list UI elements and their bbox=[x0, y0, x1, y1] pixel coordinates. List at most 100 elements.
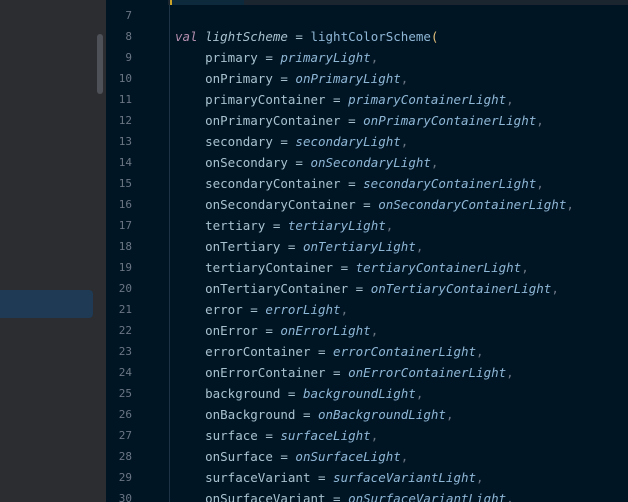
assign-operator: = bbox=[295, 407, 318, 422]
code-line[interactable]: 19 tertiaryContainer = tertiaryContainer… bbox=[106, 257, 628, 278]
comma: , bbox=[536, 176, 544, 191]
parameter-value: onErrorContainerLight bbox=[348, 365, 507, 380]
comma: , bbox=[506, 365, 514, 380]
parameter-name: onSurface bbox=[205, 449, 273, 464]
assign-operator: = bbox=[257, 50, 281, 65]
comma: , bbox=[385, 218, 394, 233]
parameter-value: onTertiaryLight bbox=[302, 239, 416, 254]
assign-operator: = bbox=[325, 491, 349, 502]
code-line[interactable]: 9 primary = primaryLight, bbox=[106, 47, 628, 68]
code-line[interactable]: 20 onTertiaryContainer = onTertiaryConta… bbox=[106, 278, 628, 299]
code-text: onSecondary = onSecondaryLight, bbox=[175, 152, 438, 173]
parameter-name: onError bbox=[205, 323, 258, 338]
code-text: error = errorLight, bbox=[175, 299, 348, 320]
code-line[interactable]: 14 onSecondary = onSecondaryLight, bbox=[106, 152, 628, 173]
parameter-value: onSurfaceVariantLight bbox=[348, 491, 507, 502]
parameter-name: primaryContainer bbox=[205, 92, 326, 107]
parameter-name: secondaryContainer bbox=[205, 176, 341, 191]
code-line[interactable]: 16 onSecondaryContainer = onSecondaryCon… bbox=[106, 194, 628, 215]
code-line[interactable]: 23 errorContainer = errorContainerLight, bbox=[106, 341, 628, 362]
open-paren: ( bbox=[430, 29, 439, 44]
assign-operator: = bbox=[340, 113, 364, 128]
code-line[interactable]: 26 onBackground = onBackgroundLight, bbox=[106, 404, 628, 425]
keyword: val bbox=[175, 29, 198, 44]
code-line[interactable]: 21 error = errorLight, bbox=[106, 299, 628, 320]
comma: , bbox=[370, 323, 379, 338]
project-sidebar bbox=[0, 0, 106, 502]
line-number: 18 bbox=[118, 240, 132, 253]
parameter-name: primary bbox=[205, 50, 258, 65]
code-line[interactable]: 17 tertiary = tertiaryLight, bbox=[106, 215, 628, 236]
parameter-value: onSurfaceLight bbox=[295, 449, 401, 464]
code-line[interactable]: 29 surfaceVariant = surfaceVariantLight, bbox=[106, 467, 628, 488]
code-line[interactable]: 18 onTertiary = onTertiaryLight, bbox=[106, 236, 628, 257]
sidebar-scrollbar[interactable] bbox=[97, 34, 103, 94]
comma: , bbox=[370, 50, 379, 65]
code-line[interactable]: 22 onError = onErrorLight, bbox=[106, 320, 628, 341]
code-line[interactable]: 8 val lightScheme = lightColorScheme( bbox=[106, 26, 628, 47]
line-number: 10 bbox=[118, 72, 132, 85]
comma: , bbox=[400, 71, 409, 86]
parameter-name: error bbox=[205, 302, 243, 317]
code-line[interactable]: 11 primaryContainer = primaryContainerLi… bbox=[106, 89, 628, 110]
code-line[interactable]: 12 onPrimaryContainer = onPrimaryContain… bbox=[106, 110, 628, 131]
assign-operator: = bbox=[287, 29, 311, 44]
parameter-value: secondaryContainerLight bbox=[363, 176, 537, 191]
line-number: 16 bbox=[118, 198, 132, 211]
code-line[interactable]: 13 secondary = secondaryLight, bbox=[106, 131, 628, 152]
code-text: tertiary = tertiaryLight, bbox=[175, 215, 393, 236]
comma: , bbox=[415, 239, 424, 254]
line-number: 20 bbox=[118, 282, 132, 295]
comma: , bbox=[415, 386, 424, 401]
assign-operator: = bbox=[325, 92, 349, 107]
parameter-name: onSecondaryContainer bbox=[205, 197, 356, 212]
line-number: 8 bbox=[125, 30, 132, 43]
line-number: 15 bbox=[118, 177, 132, 190]
parameter-value: secondaryLight bbox=[295, 134, 401, 149]
parameter-name: surface bbox=[205, 428, 258, 443]
parameter-value: onErrorLight bbox=[280, 323, 371, 338]
comma: , bbox=[506, 491, 514, 502]
code-text: onSurface = onSurfaceLight, bbox=[175, 446, 408, 467]
line-number: 19 bbox=[118, 261, 132, 274]
code-line[interactable]: 10 onPrimary = onPrimaryLight, bbox=[106, 68, 628, 89]
code-line[interactable]: 25 background = backgroundLight, bbox=[106, 383, 628, 404]
code-line[interactable]: 30 onSurfaceVariant = onSurfaceVariantLi… bbox=[106, 488, 628, 502]
code-text: background = backgroundLight, bbox=[175, 383, 423, 404]
assign-operator: = bbox=[242, 302, 266, 317]
code-line[interactable]: 7 bbox=[106, 5, 628, 26]
code-line[interactable]: 28 onSurface = onSurfaceLight, bbox=[106, 446, 628, 467]
code-line[interactable]: 27 surface = surfaceLight, bbox=[106, 425, 628, 446]
comma: , bbox=[536, 113, 544, 128]
parameter-value: backgroundLight bbox=[302, 386, 416, 401]
code-text: primary = primaryLight, bbox=[175, 47, 378, 68]
code-line[interactable]: 15 secondaryContainer = secondaryContain… bbox=[106, 173, 628, 194]
line-number: 24 bbox=[118, 366, 132, 379]
code-text: onPrimaryContainer = onPrimaryContainerL… bbox=[175, 110, 544, 131]
code-line[interactable]: 24 onErrorContainer = onErrorContainerLi… bbox=[106, 362, 628, 383]
parameter-value: onPrimaryContainerLight bbox=[363, 113, 537, 128]
code-editor[interactable]: 7 8 val lightScheme = lightColorScheme(9 p… bbox=[106, 0, 628, 502]
code-text: errorContainer = errorContainerLight, bbox=[175, 341, 484, 362]
parameter-value: onTertiaryContainerLight bbox=[370, 281, 552, 296]
line-number: 27 bbox=[118, 429, 132, 442]
line-number: 23 bbox=[118, 345, 132, 358]
comma: , bbox=[400, 449, 409, 464]
assign-operator: = bbox=[272, 134, 296, 149]
comma: , bbox=[476, 344, 484, 359]
code-text: val lightScheme = lightColorScheme( bbox=[175, 26, 438, 47]
assign-operator: = bbox=[280, 386, 303, 401]
assign-operator: = bbox=[355, 197, 379, 212]
line-number: 22 bbox=[118, 324, 132, 337]
comma: , bbox=[551, 281, 559, 296]
sidebar-selected-item[interactable] bbox=[0, 290, 93, 318]
assign-operator: = bbox=[265, 218, 288, 233]
